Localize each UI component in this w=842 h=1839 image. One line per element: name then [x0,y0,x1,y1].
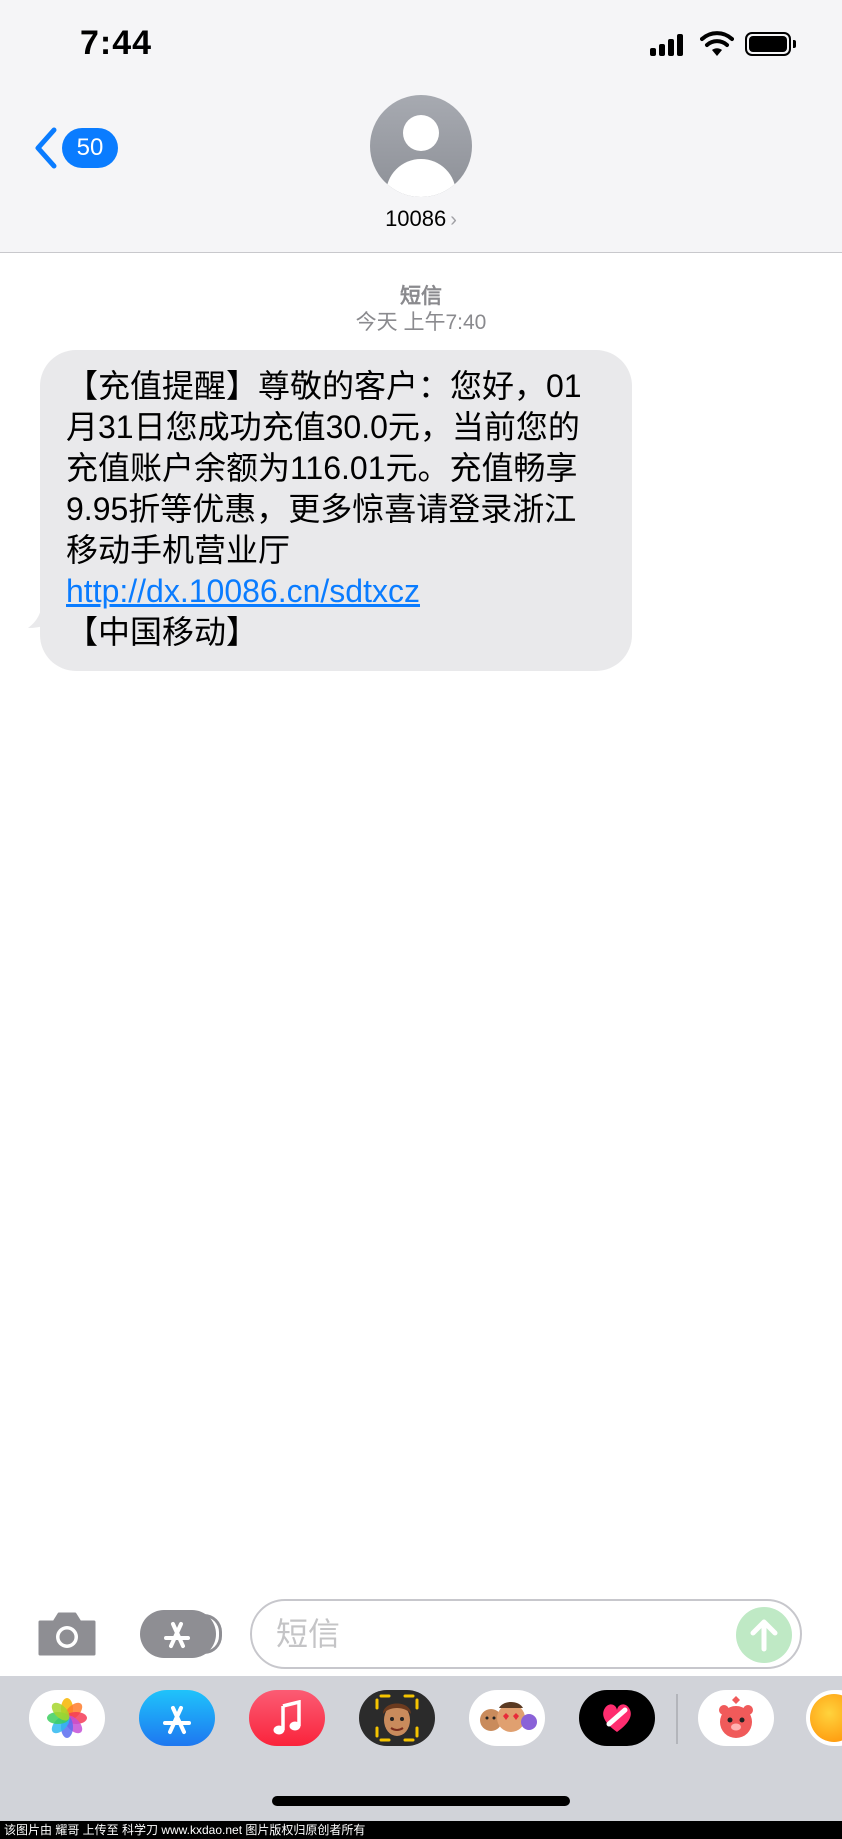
photos-icon[interactable] [29,1690,105,1746]
chevron-right-icon: › [450,209,457,231]
battery-icon [745,32,796,56]
imessage-app-tray: 该图片由 耀哥 上传至 科学刀 www.kxdao.net 图片版权归原创者所有 [0,1676,842,1839]
wifi-icon [700,31,734,56]
memoji-face-glyph [375,1694,419,1742]
message-link[interactable]: http://dx.10086.cn/sdtxcz [66,573,420,609]
unread-count-badge: 50 [62,128,118,168]
pink-monster-glyph [719,1696,753,1738]
app-store-a-icon [164,1622,190,1648]
tray-divider [676,1694,678,1744]
apps-button-ring [204,1614,222,1654]
cellular-signal-icon [650,34,686,56]
animoji-stickers-icon[interactable] [469,1690,545,1746]
contact-avatar[interactable] [370,95,472,197]
message-timestamp: 今天 上午7:40 [355,311,487,334]
composer-bar [0,1590,842,1675]
camera-icon[interactable] [36,1610,98,1658]
music-icon[interactable] [249,1690,325,1746]
avatar-head-shape [403,115,439,151]
music-note-glyph [273,1700,301,1735]
memoji-icon[interactable] [359,1690,435,1746]
send-button[interactable] [736,1607,792,1663]
arrow-up-icon [750,1619,778,1652]
message-input[interactable] [250,1599,802,1669]
photos-flower-icon [47,1698,87,1738]
weibo-app-icon[interactable] [806,1690,842,1746]
heart-digital-touch-icon[interactable] [579,1690,655,1746]
apps-button[interactable] [140,1610,222,1658]
status-time: 7:44 [80,24,153,62]
home-indicator[interactable] [272,1796,570,1806]
incoming-message-bubble[interactable]: 【充值提醒】尊敬的客户：您好，01月31日您成功充值30.0元，当前您的充值账户… [40,350,632,671]
message-text: 【充值提醒】尊敬的客户：您好，01月31日您成功充值30.0元，当前您的充值账户… [66,368,582,568]
animoji-stickers-glyph [480,1702,537,1732]
chevron-left-icon [35,127,57,169]
app-store-icon[interactable] [139,1690,215,1746]
back-button[interactable]: 50 [32,126,120,170]
pink-monster-app-icon[interactable] [698,1690,774,1746]
contact-name-button[interactable]: 10086 › [300,206,542,232]
app-store-glyph [163,1706,191,1734]
contact-name: 10086 [385,206,447,231]
avatar-body-shape [386,159,456,197]
weibo-logo-shape [810,1694,842,1742]
watermark-text: 该图片由 耀哥 上传至 科学刀 www.kxdao.net 图片版权归原创者所有 [0,1821,842,1839]
message-signature: 【中国移动】 [66,614,259,650]
conversation-header: 7:44 50 10086 › [0,0,842,253]
heart-glyph [603,1704,631,1732]
